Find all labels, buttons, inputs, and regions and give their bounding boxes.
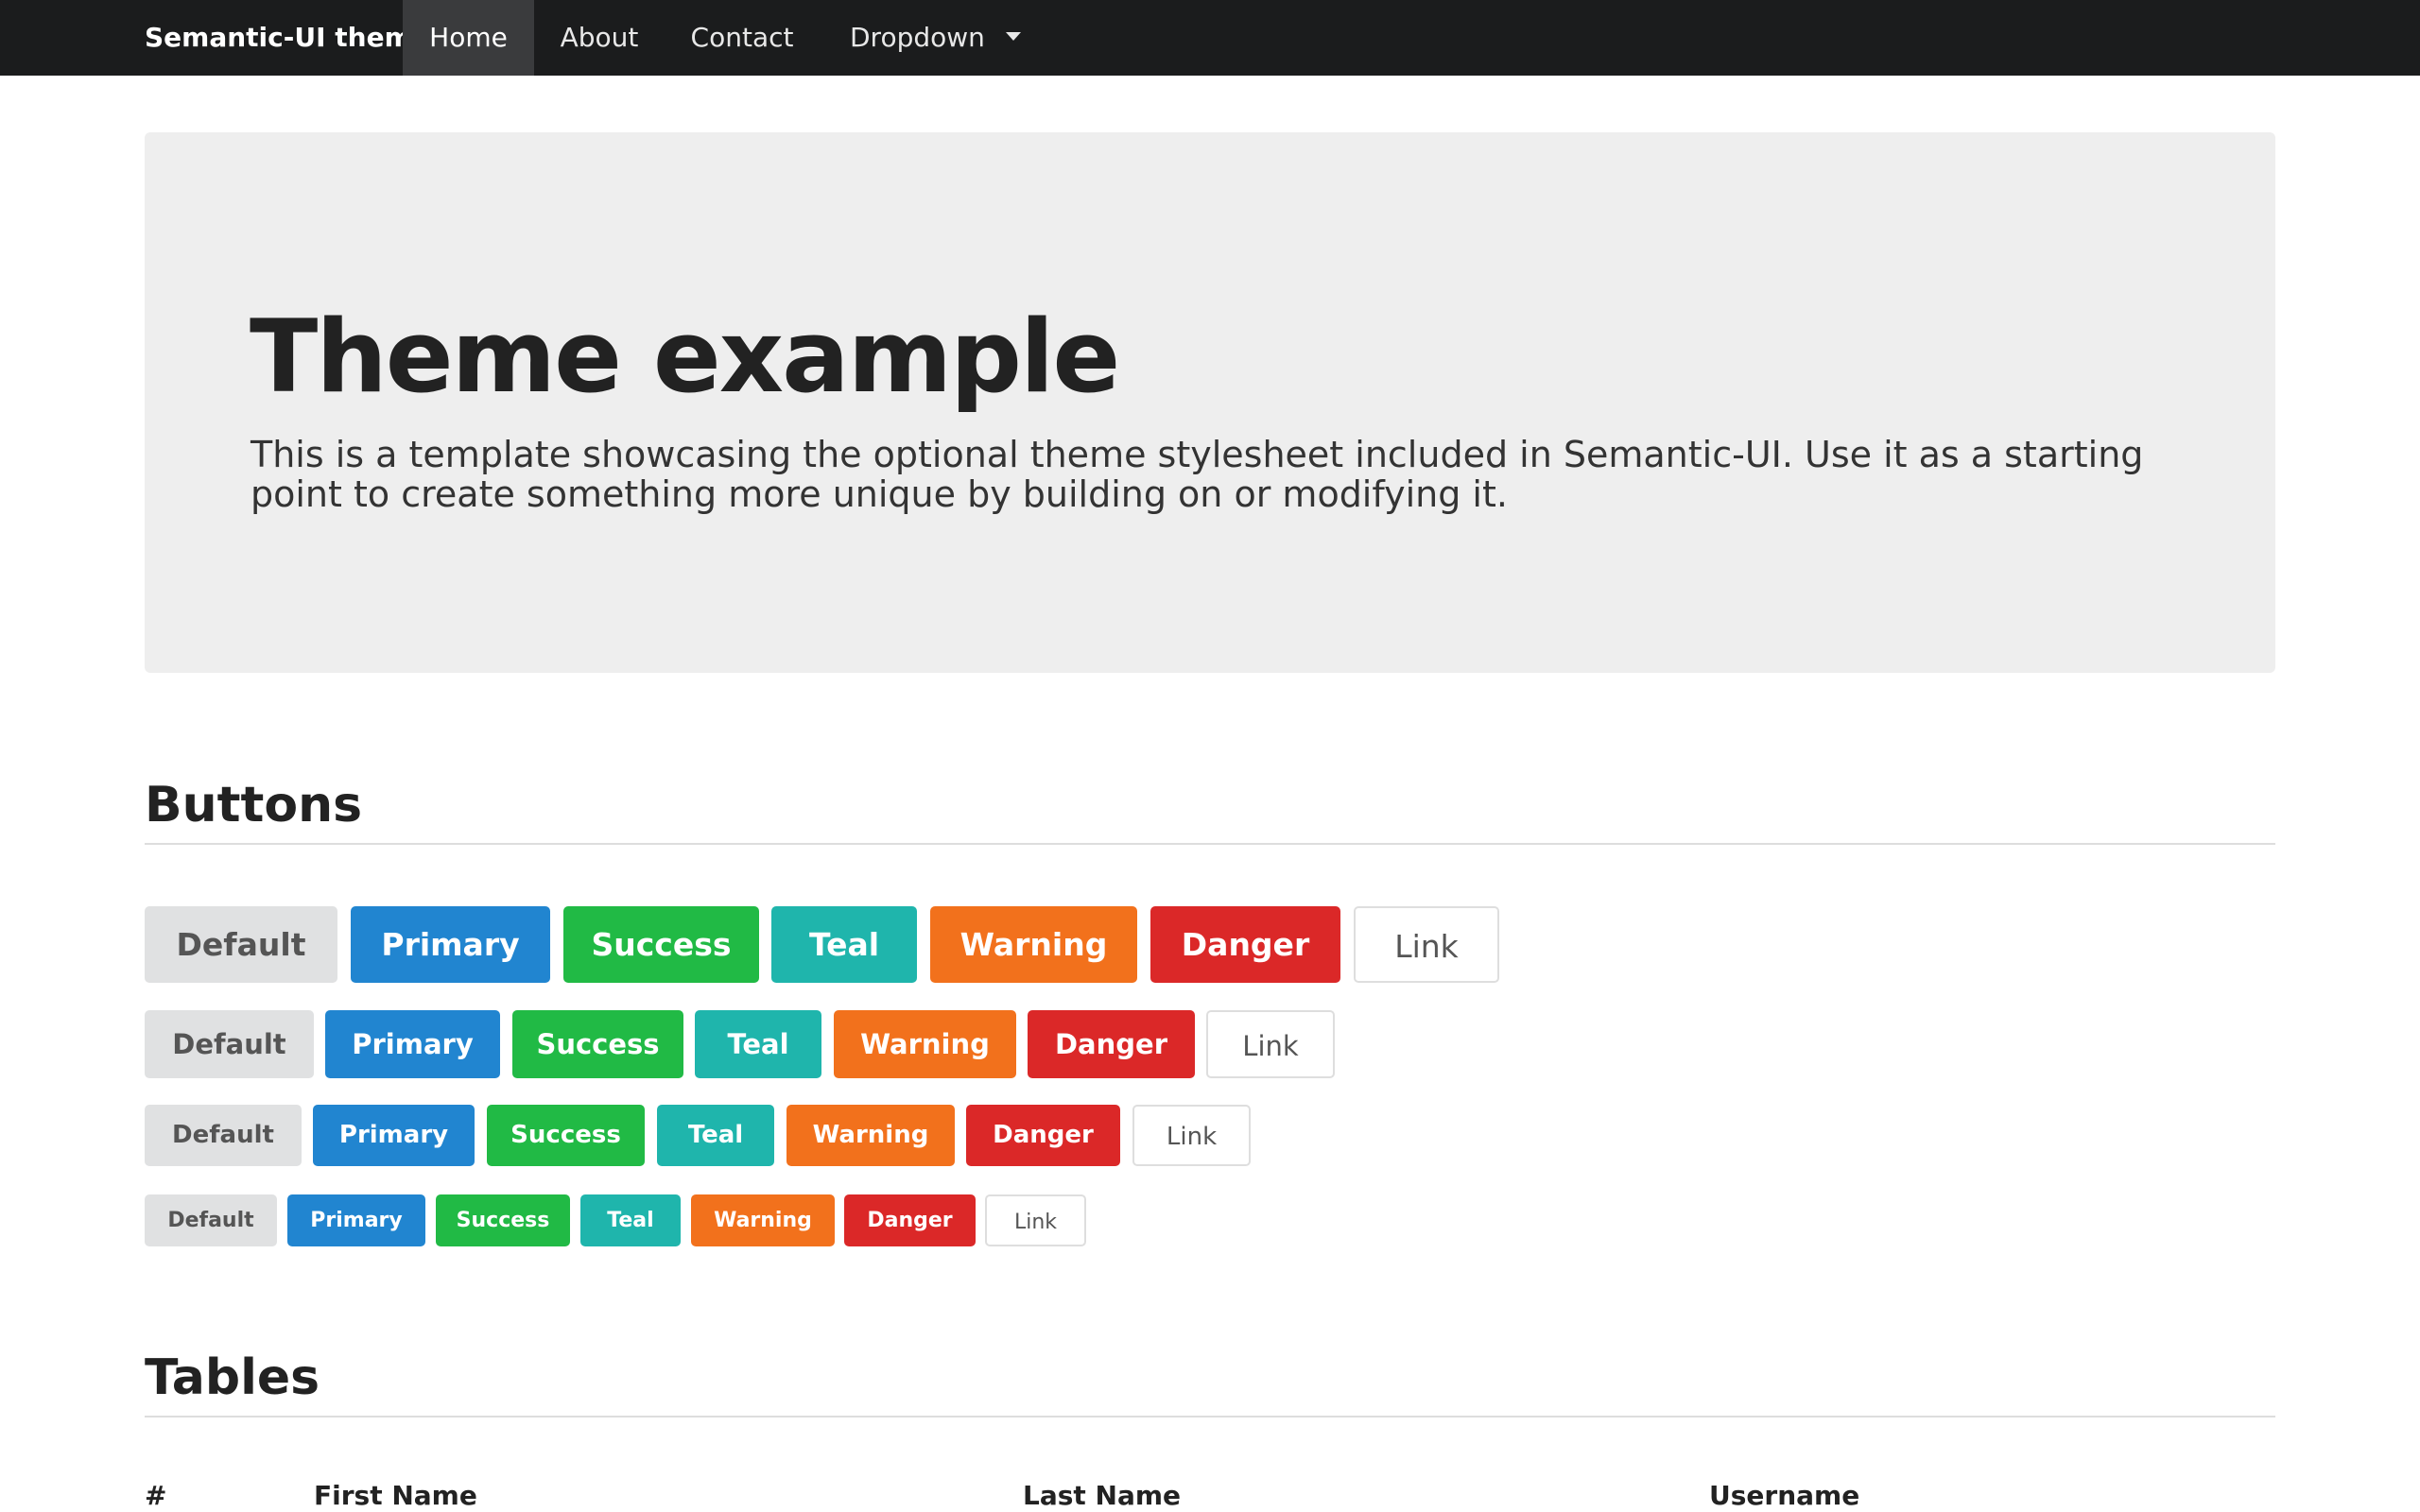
danger-button[interactable]: Danger <box>1028 1010 1195 1078</box>
tables-section-title: Tables <box>145 1349 2275 1418</box>
primary-button[interactable]: Primary <box>313 1105 475 1166</box>
danger-button[interactable]: Danger <box>844 1194 976 1246</box>
warning-button[interactable]: Warning <box>691 1194 835 1246</box>
column-header-username: Username <box>1709 1480 1860 1511</box>
primary-button[interactable]: Primary <box>287 1194 425 1246</box>
link-button[interactable]: Link <box>1132 1105 1251 1166</box>
link-button[interactable]: Link <box>985 1194 1086 1246</box>
teal-button[interactable]: Teal <box>695 1010 821 1078</box>
jumbotron-title: Theme example <box>250 299 1120 415</box>
nav-dropdown-label: Dropdown <box>850 22 985 53</box>
teal-button[interactable]: Teal <box>580 1194 681 1246</box>
nav-dropdown[interactable]: Dropdown <box>832 0 1030 76</box>
success-button[interactable]: Success <box>512 1010 683 1078</box>
top-navbar: Semantic-UI theme Home About Contact Dro… <box>0 0 2420 76</box>
warning-button[interactable]: Warning <box>786 1105 955 1166</box>
default-button[interactable]: Default <box>145 1010 314 1078</box>
brand-link[interactable]: Semantic-UI theme <box>145 0 430 76</box>
link-button[interactable]: Link <box>1206 1010 1335 1078</box>
table-header-row: # First Name Last Name Username <box>0 1480 2420 1512</box>
default-button[interactable]: Default <box>145 1105 302 1166</box>
default-button[interactable]: Default <box>145 906 337 983</box>
success-button[interactable]: Success <box>563 906 759 983</box>
success-button[interactable]: Success <box>487 1105 645 1166</box>
primary-button[interactable]: Primary <box>325 1010 500 1078</box>
jumbotron: Theme example This is a template showcas… <box>145 132 2275 673</box>
default-button[interactable]: Default <box>145 1194 277 1246</box>
teal-button[interactable]: Teal <box>771 906 917 983</box>
buttons-section-title: Buttons <box>145 777 2275 845</box>
column-header-last-name: Last Name <box>1023 1480 1182 1511</box>
warning-button[interactable]: Warning <box>930 906 1137 983</box>
primary-button[interactable]: Primary <box>351 906 550 983</box>
caret-down-icon <box>1005 31 1021 41</box>
column-header-number: # <box>145 1480 167 1511</box>
column-header-first-name: First Name <box>314 1480 477 1511</box>
teal-button[interactable]: Teal <box>657 1105 774 1166</box>
danger-button[interactable]: Danger <box>966 1105 1120 1166</box>
nav-about[interactable]: About <box>546 0 652 76</box>
link-button[interactable]: Link <box>1354 906 1499 983</box>
success-button[interactable]: Success <box>436 1194 570 1246</box>
danger-button[interactable]: Danger <box>1150 906 1340 983</box>
nav-home[interactable]: Home <box>403 0 534 76</box>
nav-contact[interactable]: Contact <box>677 0 807 76</box>
warning-button[interactable]: Warning <box>834 1010 1016 1078</box>
jumbotron-lead: This is a template showcasing the option… <box>251 434 2144 515</box>
